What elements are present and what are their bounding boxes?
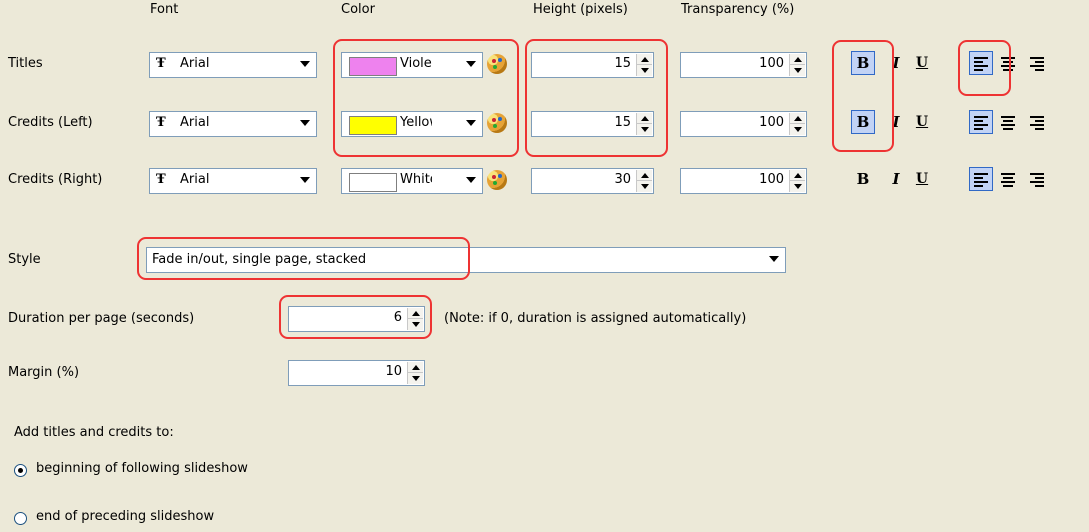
radio-end[interactable] <box>14 512 27 525</box>
italic-icon: I <box>892 170 900 188</box>
spin-up-icon[interactable] <box>637 170 652 181</box>
underline-button[interactable]: U <box>910 51 934 75</box>
highlight-align <box>958 40 1011 96</box>
font-value: Arial <box>180 115 210 130</box>
spin-up-icon[interactable] <box>790 170 805 181</box>
chevron-down-icon[interactable] <box>462 171 479 189</box>
bold-button[interactable]: B <box>851 167 875 191</box>
align-right-button[interactable] <box>1025 167 1049 191</box>
spin-down-icon[interactable] <box>637 181 652 192</box>
font-icon: Ŧ <box>156 172 166 187</box>
align-right-button[interactable] <box>1025 51 1049 75</box>
align-center-button[interactable] <box>996 167 1020 191</box>
spin-control <box>636 170 652 192</box>
highlight-color <box>333 39 519 157</box>
align-left-button[interactable] <box>969 110 993 134</box>
radio-beginning-label[interactable]: beginning of following slideshow <box>36 461 248 476</box>
bold-icon: B <box>856 170 870 188</box>
chevron-down-icon[interactable] <box>296 55 313 73</box>
font-value: Arial <box>180 172 210 187</box>
spin-up-icon[interactable] <box>790 113 805 124</box>
highlight-style <box>137 237 470 280</box>
align-left-icon <box>974 115 988 130</box>
transparency-value: 100 <box>759 56 784 71</box>
transparency-value: 100 <box>759 172 784 187</box>
transparency-stepper[interactable]: 100 <box>680 52 807 78</box>
italic-button[interactable]: I <box>884 167 908 191</box>
margin-stepper[interactable]: 10 <box>288 360 425 386</box>
font-select[interactable]: Ŧ Arial <box>149 111 317 137</box>
highlight-duration <box>279 295 432 339</box>
header-transparency: Transparency (%) <box>681 2 795 17</box>
spin-up-icon[interactable] <box>408 362 423 373</box>
align-center-button[interactable] <box>996 110 1020 134</box>
color-select[interactable]: White <box>341 168 483 194</box>
color-swatch <box>349 173 397 192</box>
chevron-down-icon[interactable] <box>765 250 782 268</box>
font-value: Arial <box>180 56 210 71</box>
row-label: Credits (Right) <box>8 172 103 187</box>
spin-down-icon[interactable] <box>408 373 423 384</box>
font-icon: Ŧ <box>156 56 166 71</box>
duration-note: (Note: if 0, duration is assigned automa… <box>444 311 747 326</box>
height-stepper[interactable]: 30 <box>531 168 654 194</box>
spin-down-icon[interactable] <box>790 65 805 76</box>
header-color: Color <box>341 2 375 17</box>
row-label: Titles <box>8 56 43 71</box>
height-value: 30 <box>614 172 631 187</box>
align-left-icon <box>974 172 988 187</box>
underline-button[interactable]: U <box>910 110 934 134</box>
align-right-button[interactable] <box>1025 110 1049 134</box>
spin-down-icon[interactable] <box>790 181 805 192</box>
add-to-label: Add titles and credits to: <box>14 425 174 440</box>
spin-control <box>407 362 423 384</box>
header-font: Font <box>150 2 179 17</box>
underline-icon: U <box>915 55 929 71</box>
transparency-value: 100 <box>759 115 784 130</box>
align-right-icon <box>1030 56 1044 71</box>
align-center-icon <box>1001 115 1015 130</box>
underline-button[interactable]: U <box>910 167 934 191</box>
font-select[interactable]: Ŧ Arial <box>149 168 317 194</box>
spin-control <box>789 54 805 76</box>
color-palette-icon[interactable] <box>487 170 507 190</box>
highlight-height <box>525 39 668 157</box>
margin-label: Margin (%) <box>8 365 80 380</box>
duration-label: Duration per page (seconds) <box>8 311 195 326</box>
radio-beginning[interactable] <box>14 464 27 477</box>
color-value: White <box>400 172 432 187</box>
transparency-stepper[interactable]: 100 <box>680 168 807 194</box>
align-right-icon <box>1030 172 1044 187</box>
spin-up-icon[interactable] <box>790 54 805 65</box>
align-center-icon <box>1001 172 1015 187</box>
spin-control <box>789 170 805 192</box>
font-select[interactable]: Ŧ Arial <box>149 52 317 78</box>
font-icon: Ŧ <box>156 115 166 130</box>
radio-end-label[interactable]: end of preceding slideshow <box>36 509 214 524</box>
spin-down-icon[interactable] <box>790 124 805 135</box>
row-label: Credits (Left) <box>8 115 93 130</box>
align-right-icon <box>1030 115 1044 130</box>
transparency-stepper[interactable]: 100 <box>680 111 807 137</box>
header-height: Height (pixels) <box>533 2 628 17</box>
style-label: Style <box>8 252 41 267</box>
highlight-bold <box>832 40 894 152</box>
spin-control <box>789 113 805 135</box>
chevron-down-icon[interactable] <box>296 171 313 189</box>
align-left-button[interactable] <box>969 167 993 191</box>
margin-value: 10 <box>385 364 402 379</box>
chevron-down-icon[interactable] <box>296 114 313 132</box>
underline-icon: U <box>915 114 929 130</box>
underline-icon: U <box>915 171 929 187</box>
